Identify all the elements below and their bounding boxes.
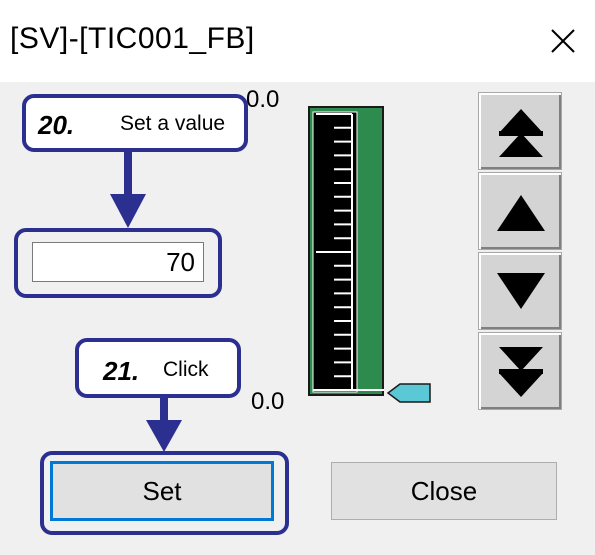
value-input-highlight: 70 [14, 228, 222, 298]
close-button[interactable]: Close [331, 462, 557, 520]
callout-step-number: 21. [103, 356, 140, 386]
callout-step-text: Click [163, 358, 209, 381]
title-bar: [SV]-[TIC001_FB] [0, 0, 595, 82]
double-up-arrow-icon [499, 109, 543, 157]
callout-arrow-down [110, 150, 146, 228]
setpoint-indicator-pointer[interactable] [386, 378, 434, 408]
down-arrow-icon [497, 273, 545, 309]
close-icon[interactable] [546, 24, 580, 58]
increase-fast-button[interactable] [478, 92, 562, 170]
callout-step-text: Set a value [120, 112, 226, 135]
callout-arrow-down [146, 396, 182, 452]
callout-step-number: 20. [38, 110, 75, 140]
double-down-arrow-icon [499, 347, 543, 397]
setpoint-value-input[interactable]: 70 [32, 242, 204, 282]
up-arrow-icon [497, 195, 545, 231]
setpoint-bar-gauge[interactable] [308, 106, 388, 396]
scale-min-label: 0.0 [251, 388, 285, 415]
callout-step-20: 20. Set a value [22, 94, 248, 152]
callout-step-21: 21. Click [75, 338, 241, 398]
window-title: [SV]-[TIC001_FB] [10, 22, 255, 55]
scale-max-label: 0.0 [246, 86, 280, 113]
set-button[interactable]: Set [50, 461, 274, 521]
dialog-window: [SV]-[TIC001_FB] 70 0.0 0.0 Set Close 20… [0, 0, 595, 555]
decrease-fast-button[interactable] [478, 332, 562, 410]
decrease-button[interactable] [478, 252, 562, 330]
increase-button[interactable] [478, 172, 562, 250]
